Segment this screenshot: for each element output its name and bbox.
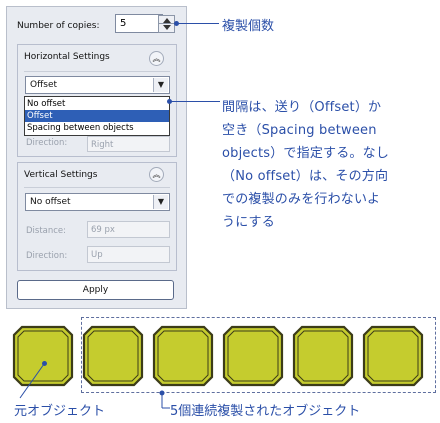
duplicated-objects-callout: 5個連続複製されたオブジェクト (170, 404, 361, 419)
original-object-callout: 元オブジェクト (14, 404, 106, 419)
callout-lines (19, 363, 170, 409)
